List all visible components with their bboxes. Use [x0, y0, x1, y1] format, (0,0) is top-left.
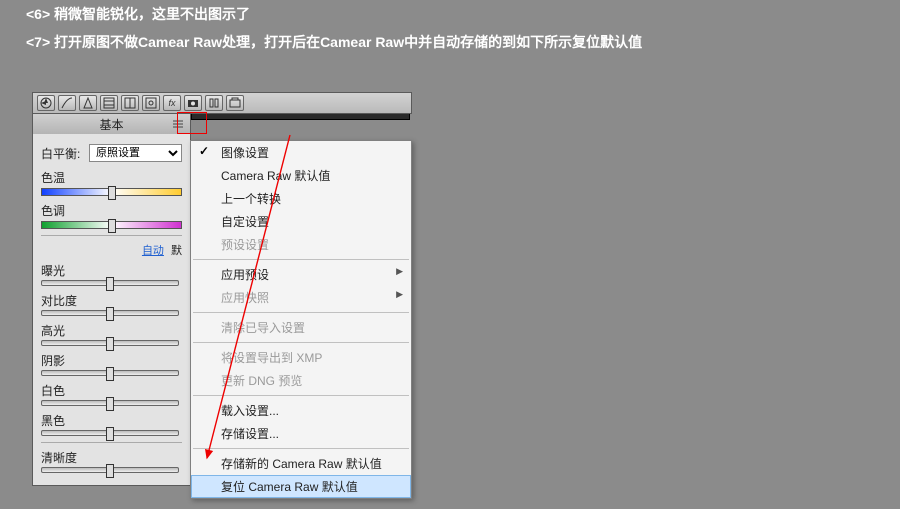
exposure-slider[interactable]: [41, 280, 179, 286]
acr-toolbar: fx: [32, 92, 412, 114]
sharpen-icon[interactable]: [79, 95, 97, 111]
flyout-menu: 图像设置 Camera Raw 默认值 上一个转换 自定设置 预设设置 应用预设…: [190, 140, 412, 499]
camera-icon[interactable]: [184, 95, 202, 111]
shadows-slider[interactable]: [41, 370, 179, 376]
menu-save-new-defaults[interactable]: 存储新的 Camera Raw 默认值: [191, 452, 411, 475]
menu-load-settings[interactable]: 载入设置...: [191, 399, 411, 422]
menu-update-dng: 更新 DNG 预览: [191, 369, 411, 392]
tint-slider[interactable]: [41, 221, 182, 229]
menu-clear-imported: 清除已导入设置: [191, 316, 411, 339]
aperture-icon[interactable]: [37, 95, 55, 111]
panel-flyout-button[interactable]: [170, 117, 186, 131]
instruction-6: <6> 稍微智能锐化，这里不出图示了: [0, 0, 900, 28]
menu-separator: [193, 395, 409, 396]
auto-link[interactable]: 自动: [142, 245, 164, 257]
tint-label: 色调: [41, 202, 182, 219]
fx-icon[interactable]: fx: [163, 95, 181, 111]
whites-slider[interactable]: [41, 400, 179, 406]
menu-custom-settings[interactable]: 自定设置: [191, 210, 411, 233]
instruction-7: <7> 打开原图不做Camear Raw处理，打开后在Camear Raw中并自…: [0, 28, 900, 56]
menu-cr-defaults[interactable]: Camera Raw 默认值: [191, 164, 411, 187]
menu-preset-settings: 预设设置: [191, 233, 411, 256]
white-balance-label: 白平衡:: [41, 145, 89, 162]
temperature-slider[interactable]: [41, 188, 182, 196]
menu-reset-defaults[interactable]: 复位 Camera Raw 默认值: [191, 475, 411, 498]
menu-prev-conversion[interactable]: 上一个转换: [191, 187, 411, 210]
menu-apply-snapshot: 应用快照: [191, 286, 411, 309]
basic-tab-label: 基本: [99, 116, 123, 133]
contrast-slider[interactable]: [41, 310, 179, 316]
presets-icon[interactable]: [205, 95, 223, 111]
menu-separator: [193, 448, 409, 449]
basic-tab-bar: 基本: [32, 114, 191, 134]
white-balance-select[interactable]: 原照设置: [89, 144, 182, 162]
menu-image-settings[interactable]: 图像设置: [191, 141, 411, 164]
temperature-label: 色温: [41, 169, 182, 186]
blacks-slider[interactable]: [41, 430, 179, 436]
basic-panel-body: 白平衡: 原照设置 色温 色调 自动 默 曝光 对比度 高光 阴影 白色 黑色 …: [32, 134, 191, 486]
hsl-icon[interactable]: [100, 95, 118, 111]
snapshots-icon[interactable]: [226, 95, 244, 111]
clarity-slider[interactable]: [41, 467, 179, 473]
menu-apply-preset[interactable]: 应用预设: [191, 263, 411, 286]
default-text: 默: [171, 245, 182, 257]
menu-separator: [193, 342, 409, 343]
menu-separator: [193, 312, 409, 313]
menu-export-xmp: 将设置导出到 XMP: [191, 346, 411, 369]
menu-separator: [193, 259, 409, 260]
highlights-slider[interactable]: [41, 340, 179, 346]
lens-icon[interactable]: [142, 95, 160, 111]
split-icon[interactable]: [121, 95, 139, 111]
curve-icon[interactable]: [58, 95, 76, 111]
menu-save-settings[interactable]: 存储设置...: [191, 422, 411, 445]
